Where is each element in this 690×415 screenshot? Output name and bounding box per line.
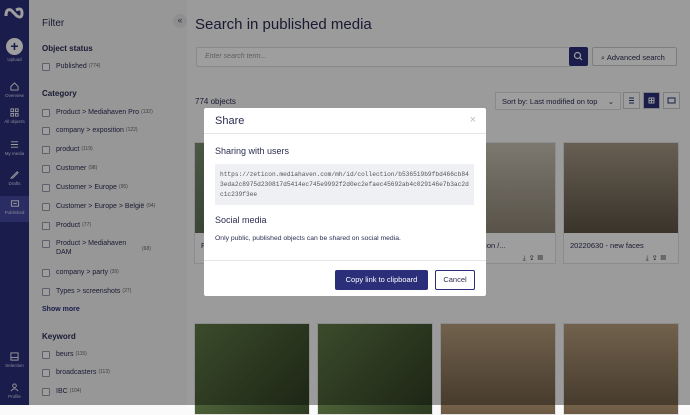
share-dialog-title: Share [215, 115, 245, 127]
social-heading: Social media [215, 215, 267, 225]
copy-link-button[interactable]: Copy link to clipboard [335, 270, 428, 290]
share-url-field[interactable]: https://zeticon.mediahaven.com/mh/id/col… [215, 164, 474, 205]
share-dialog-header: Share × [204, 108, 486, 134]
dialog-footer-divider [204, 260, 486, 261]
cancel-button[interactable]: Cancel [435, 270, 475, 290]
close-icon[interactable]: × [470, 114, 476, 126]
sharing-heading: Sharing with users [215, 146, 290, 156]
share-dialog: Share × Sharing with users https://zetic… [204, 108, 486, 296]
social-text: Only public, published objects can be sh… [215, 235, 401, 242]
